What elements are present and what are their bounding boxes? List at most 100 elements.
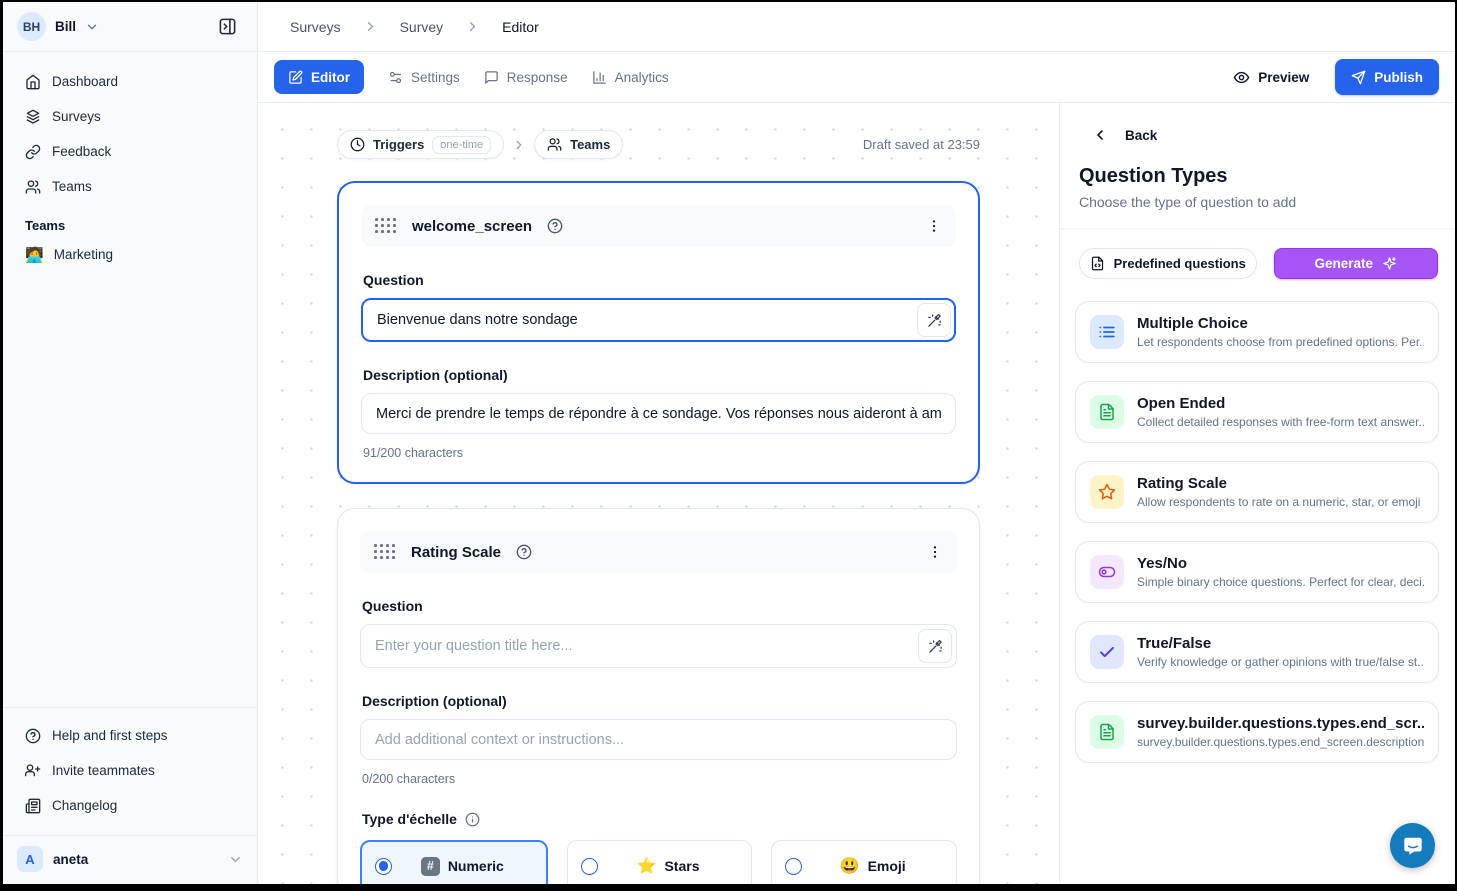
sliders-icon: [388, 70, 403, 85]
workspace-switcher[interactable]: BH Bill: [17, 12, 99, 41]
sidebar-item-dashboard[interactable]: Dashboard: [15, 66, 245, 97]
file-text-icon: [1090, 395, 1124, 429]
question-label: Question: [363, 272, 954, 288]
kebab-menu-icon[interactable]: [927, 544, 943, 560]
info-icon[interactable]: [465, 812, 480, 827]
back-button[interactable]: Back: [1060, 103, 1455, 143]
description-label: Description (optional): [362, 693, 955, 709]
sidebar: BH Bill Dashboard Surveys Feedback: [3, 2, 258, 884]
star-emoji: ⭐: [637, 856, 657, 876]
question-card-welcome-screen[interactable]: welcome_screen Question Description (opt…: [337, 181, 980, 484]
help-circle-icon[interactable]: [547, 218, 563, 234]
scale-option-stars[interactable]: ⭐ Stars: [567, 840, 753, 884]
account-menu[interactable]: A aneta: [3, 835, 257, 884]
breadcrumb-survey[interactable]: Survey: [400, 19, 444, 35]
sidebar-item-label: Help and first steps: [52, 728, 168, 743]
teams-chip-label: Teams: [570, 137, 610, 152]
type-item-true-false[interactable]: True/False Verify knowledge or gather op…: [1075, 621, 1439, 683]
chevron-right-icon: [512, 138, 526, 152]
tab-editor[interactable]: Editor: [274, 60, 364, 94]
bar-chart-icon: [592, 70, 607, 85]
sidebar-item-surveys[interactable]: Surveys: [15, 101, 245, 132]
sparkles-icon: [1382, 256, 1397, 271]
description-input[interactable]: [360, 719, 957, 760]
predefined-questions-button[interactable]: Predefined questions: [1079, 248, 1257, 279]
sidebar-item-label: Feedback: [52, 144, 111, 159]
app-window: BH Bill Dashboard Surveys Feedback: [3, 2, 1455, 884]
draft-status: Draft saved at 23:59: [863, 137, 980, 152]
tab-analytics[interactable]: Analytics: [592, 70, 669, 85]
workspace-avatar: BH: [17, 12, 46, 41]
panel-subtitle: Choose the type of question to add: [1060, 194, 1455, 210]
chevron-left-icon: [1092, 127, 1108, 143]
send-icon: [1351, 70, 1366, 85]
question-title-input[interactable]: [360, 624, 957, 668]
scale-option-emoji[interactable]: 😃 Emoji: [771, 840, 957, 884]
description-label: Description (optional): [363, 367, 954, 383]
drag-handle-icon[interactable]: [375, 218, 397, 234]
eye-icon: [1233, 69, 1250, 86]
panel-collapse-icon: [218, 17, 237, 36]
question-card-rating-scale[interactable]: Rating Scale Question Description (optio…: [337, 508, 980, 884]
sidebar-item-changelog[interactable]: Changelog: [15, 790, 245, 821]
kebab-menu-icon[interactable]: [926, 218, 942, 234]
type-item-multiple-choice[interactable]: Multiple Choice Let respondents choose f…: [1075, 301, 1439, 363]
generate-button[interactable]: Generate: [1274, 248, 1439, 279]
account-avatar: A: [17, 846, 43, 872]
magic-wand-button[interactable]: [918, 629, 952, 663]
type-item-end-screen[interactable]: survey.builder.questions.types.end_scr..…: [1075, 701, 1439, 763]
panel-title: Question Types: [1060, 165, 1455, 188]
sidebar-item-label: Dashboard: [52, 74, 118, 89]
list-icon: [1090, 315, 1124, 349]
breadcrumb-surveys[interactable]: Surveys: [290, 19, 341, 35]
help-circle-icon[interactable]: [516, 544, 532, 560]
type-item-open-ended[interactable]: Open Ended Collect detailed responses wi…: [1075, 381, 1439, 443]
sidebar-item-feedback[interactable]: Feedback: [15, 136, 245, 167]
breadcrumb-editor[interactable]: Editor: [502, 19, 539, 35]
chevron-down-icon: [228, 852, 243, 867]
teams-chip[interactable]: Teams: [534, 130, 623, 159]
sidebar-item-invite[interactable]: Invite teammates: [15, 755, 245, 786]
hash-keycap-icon: #: [421, 857, 440, 876]
question-card-header[interactable]: Rating Scale: [360, 531, 957, 573]
wand-icon: [928, 639, 943, 654]
question-label: Question: [362, 598, 955, 614]
question-title-input[interactable]: [361, 298, 956, 342]
magic-wand-button[interactable]: [917, 303, 951, 337]
sidebar-item-teams[interactable]: Teams: [15, 171, 245, 202]
editor-toolbar: Editor Settings Response Analytics Previ…: [258, 52, 1455, 103]
question-types-panel: Back Question Types Choose the type of q…: [1059, 103, 1455, 884]
sidebar-collapse-button[interactable]: [211, 11, 243, 43]
tab-settings[interactable]: Settings: [388, 70, 460, 85]
account-name: aneta: [53, 852, 88, 867]
chat-widget-button[interactable]: [1390, 823, 1435, 868]
question-card-header[interactable]: welcome_screen: [361, 205, 956, 247]
chevron-right-icon: [465, 19, 480, 34]
type-item-rating-scale[interactable]: Rating Scale Allow respondents to rate o…: [1075, 461, 1439, 523]
sidebar-item-label: Surveys: [52, 109, 101, 124]
drag-handle-icon[interactable]: [374, 544, 396, 560]
radio-selected-icon: [375, 858, 392, 875]
preview-button[interactable]: Preview: [1233, 69, 1309, 86]
file-text-icon: [1090, 715, 1124, 749]
tab-response[interactable]: Response: [484, 70, 568, 85]
newspaper-icon: [25, 798, 41, 814]
radio-icon: [581, 858, 598, 875]
description-input[interactable]: [361, 393, 956, 434]
scale-type-label: Type d'échelle: [362, 811, 955, 827]
user-plus-icon: [25, 763, 41, 779]
survey-canvas: Triggers one-time Teams Draft saved at 2…: [258, 103, 1059, 884]
link-icon: [25, 144, 41, 160]
smiley-emoji: 😃: [840, 856, 860, 876]
type-item-yes-no[interactable]: Yes/No Simple binary choice questions. P…: [1075, 541, 1439, 603]
sidebar-item-help[interactable]: Help and first steps: [15, 720, 245, 751]
triggers-chip[interactable]: Triggers one-time: [337, 130, 504, 159]
chevron-down-icon: [85, 20, 99, 34]
publish-button[interactable]: Publish: [1335, 59, 1439, 95]
sidebar-item-label: Changelog: [52, 798, 117, 813]
sidebar-team-marketing[interactable]: 🧑‍💻 Marketing: [3, 239, 257, 270]
users-icon: [25, 179, 41, 195]
message-square-icon: [484, 70, 499, 85]
scale-option-numeric[interactable]: # Numeric: [360, 840, 548, 884]
radio-icon: [785, 858, 802, 875]
